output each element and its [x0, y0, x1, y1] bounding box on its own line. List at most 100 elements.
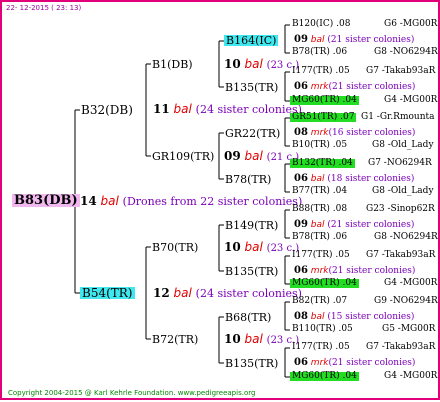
g4-queen-5[interactable]: B10(TR): [292, 140, 330, 150]
g4-row-9: B78(TR) .06: [292, 233, 347, 242]
g4-queen-0[interactable]: B120(IC): [292, 19, 333, 29]
g2-mark-1: bal: [244, 149, 263, 163]
g2-info-2: 10 bal (23 c.): [224, 241, 299, 254]
g4-row-2: I177(TR) .05: [292, 67, 350, 76]
g4-src-1: G8 -NO6294R: [374, 47, 438, 57]
g4-queen-11[interactable]: MG60(TR): [292, 278, 340, 288]
g4-queen-1[interactable]: B78(TR): [292, 47, 330, 57]
g3-note-0: (21 sister colonies): [327, 35, 415, 45]
g2-queen-3[interactable]: B72(TR): [152, 334, 198, 345]
g3-info-0: 09 bal (21 sister colonies): [294, 35, 414, 45]
g4-src-14: G7 -Takab93aR: [366, 342, 436, 352]
g3-note-1: (21 sister colonies): [328, 82, 416, 92]
g3-note-7: (21 sister colonies): [328, 358, 416, 368]
g4-val-2: .05: [335, 66, 350, 76]
g1-gen-1: 12: [153, 286, 170, 300]
g3-mark-0: bal: [310, 35, 325, 45]
g2-queen-0[interactable]: B1(DB): [152, 59, 193, 70]
g3-mark-3: bal: [310, 174, 325, 184]
g4-src-7: G8 -Old_Lady: [372, 186, 434, 196]
g4-queen-9[interactable]: B78(TR): [292, 232, 330, 242]
g3-mark-1: mrk: [310, 82, 329, 92]
g3-gen-2: 08: [294, 127, 308, 138]
g4-src-3: G4 -MG00R: [384, 95, 438, 105]
g3-queen-5[interactable]: B135(TR): [225, 266, 278, 277]
g4-row-15: MG60(TR) .04: [290, 372, 359, 381]
g4-val-3: .04: [342, 95, 357, 105]
g3-info-7: 06 mrk(21 sister colonies): [294, 358, 415, 368]
footer-copyright: Copyright 2004-2015 @ Karl Kehrle Founda…: [8, 389, 176, 397]
g3-queen-6[interactable]: B68(TR): [225, 312, 271, 323]
g3-queen-3[interactable]: B78(TR): [225, 174, 271, 185]
g4-src-8: G23 -Sinop62R: [366, 204, 435, 214]
g4-val-7: .04: [332, 186, 348, 196]
g3-gen-1: 06: [294, 81, 308, 92]
g3-note-3: (18 sister colonies): [327, 174, 415, 184]
root-note: (Drones from 22 sister colonies): [122, 195, 303, 208]
g2-queen-2[interactable]: B70(TR): [152, 242, 198, 253]
g4-row-14: I177(TR) .05: [292, 343, 350, 352]
g4-val-4: .07: [340, 112, 355, 122]
g4-src-9: G8 -NO6294R: [374, 232, 438, 242]
g1-note-1: (24 sister colonies): [195, 287, 302, 300]
footer: Copyright 2004-2015 @ Karl Kehrle Founda…: [8, 390, 255, 397]
g4-val-15: .04: [342, 371, 357, 381]
root-queen[interactable]: B83(DB): [12, 194, 80, 207]
g4-queen-12[interactable]: B82(TR): [292, 296, 330, 306]
g3-info-6: 08 bal (15 sister colonies): [294, 312, 414, 322]
g3-gen-7: 06: [294, 357, 308, 368]
g4-row-12: B82(TR) .07: [292, 297, 347, 306]
g4-queen-6[interactable]: B132(TR): [292, 158, 336, 168]
g4-src-13: G5 -MG00R: [382, 324, 436, 334]
g4-src-12: G9 -NO6294R: [374, 296, 438, 306]
g4-queen-13[interactable]: B110(TR): [292, 324, 336, 334]
g4-queen-4[interactable]: GR51(TR): [292, 112, 337, 122]
g4-row-13: B110(TR) .05: [292, 325, 353, 334]
g3-queen-1[interactable]: B135(TR): [225, 82, 278, 93]
g4-queen-2[interactable]: I177(TR): [292, 66, 333, 76]
g4-val-0: .08: [336, 19, 351, 29]
g1-info-1: 12 bal (24 sister colonies): [153, 287, 302, 299]
g4-row-8: B88(TR) .08: [292, 205, 347, 214]
g1-info-0: 11 bal (24 sister colonies): [153, 103, 302, 115]
g3-info-1: 06 mrk(21 sister colonies): [294, 82, 415, 92]
g3-mark-7: mrk: [310, 358, 329, 368]
g4-val-5: .05: [332, 140, 348, 150]
g4-queen-8[interactable]: B88(TR): [292, 204, 330, 214]
g3-queen-2[interactable]: GR22(TR): [225, 128, 280, 139]
g3-mark-6: bal: [310, 312, 325, 322]
root-mark: bal: [100, 194, 119, 208]
g3-queen-7[interactable]: B135(TR): [225, 358, 278, 369]
g3-queen-0[interactable]: B164(IC): [224, 35, 279, 46]
g3-note-6: (15 sister colonies): [327, 312, 415, 322]
g2-gen-0: 10: [224, 57, 241, 71]
root-gen: 14: [80, 194, 97, 208]
g3-info-3: 06 bal (18 sister colonies): [294, 174, 414, 184]
g1-queen-1[interactable]: B54(TR): [80, 287, 135, 299]
g3-mark-5: mrk: [310, 266, 329, 276]
g2-info-3: 10 bal (23 c.): [224, 333, 299, 346]
g4-row-0: B120(IC) .08: [292, 20, 350, 29]
g3-queen-4[interactable]: B149(TR): [225, 220, 278, 231]
g4-queen-14[interactable]: I177(TR): [292, 342, 333, 352]
g4-row-10: I177(TR) .05: [292, 251, 350, 260]
g3-gen-3: 06: [294, 173, 308, 184]
g4-val-13: .05: [338, 324, 353, 334]
g3-gen-4: 09: [294, 219, 308, 230]
g2-gen-1: 09: [224, 149, 241, 163]
footer-site-link[interactable]: www.pedigreeapis.org: [178, 389, 256, 397]
g4-queen-10[interactable]: I177(TR): [292, 250, 333, 260]
g4-val-10: .05: [335, 250, 350, 260]
g4-queen-15[interactable]: MG60(TR): [292, 371, 340, 381]
g2-gen-3: 10: [224, 332, 241, 346]
g3-note-2: (16 sister colonies): [328, 128, 416, 138]
g4-row-4: GR51(TR) .07: [290, 112, 357, 122]
g1-queen-0[interactable]: B32(DB): [81, 104, 133, 116]
g4-src-10: G7 -Takab93aR: [366, 250, 436, 260]
root-info: 14 bal (Drones from 22 sister colonies): [80, 195, 302, 207]
g2-queen-1[interactable]: GR109(TR): [152, 151, 214, 162]
g4-queen-7[interactable]: B77(TR): [292, 186, 330, 196]
g4-queen-3[interactable]: MG60(TR): [292, 95, 340, 105]
g4-src-6: G7 -NO6294R: [368, 158, 432, 168]
g3-mark-4: bal: [310, 220, 325, 230]
